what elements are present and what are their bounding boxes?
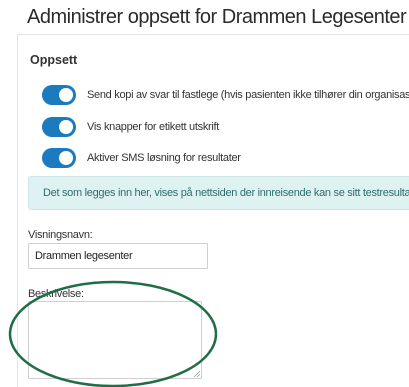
send-copy-toggle[interactable]: [42, 85, 76, 105]
page-title: Administrer oppsett for Drammen Legesent…: [27, 6, 409, 28]
resize-handle-icon[interactable]: [193, 370, 201, 378]
toggle-row-send-copy: Send kopi av svar til fastlege (hvis pas…: [42, 85, 409, 105]
description-textarea[interactable]: [28, 301, 202, 379]
toggle-row-label-buttons: Vis knapper for etikett utskrift: [42, 117, 219, 137]
label-print-toggle[interactable]: [42, 117, 76, 137]
settings-section-title: Oppsett: [30, 53, 78, 67]
send-copy-label: Send kopi av svar til fastlege (hvis pas…: [87, 89, 409, 101]
settings-page: Administrer oppsett for Drammen Legesent…: [0, 0, 409, 387]
toggle-row-sms: Aktiver SMS løsning for resultater: [42, 148, 241, 168]
display-name-input[interactable]: [28, 243, 208, 269]
toggle-knob: [59, 151, 73, 165]
toggle-knob: [59, 88, 73, 102]
sms-label: Aktiver SMS løsning for resultater: [87, 152, 241, 164]
display-name-label: Visningsnavn:: [28, 229, 93, 241]
label-print-label: Vis knapper for etikett utskrift: [87, 121, 220, 133]
sms-toggle[interactable]: [42, 148, 76, 168]
info-alert: Det som legges inn her, vises på nettsid…: [28, 176, 409, 210]
info-text: Det som legges inn her, vises på nettsid…: [43, 187, 409, 199]
toggle-knob: [59, 120, 73, 134]
description-label: Beskrivelse:: [28, 288, 84, 300]
